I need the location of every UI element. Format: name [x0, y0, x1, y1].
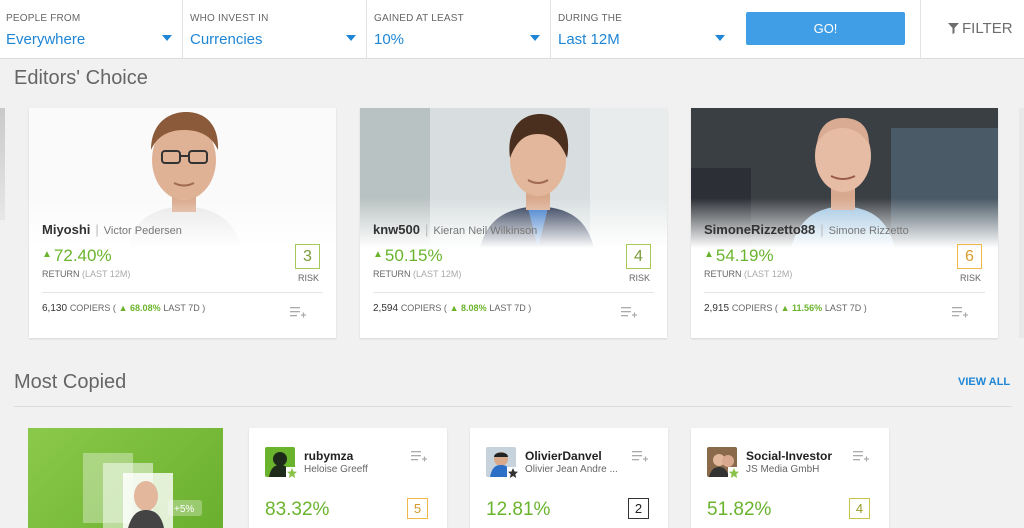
filter-button[interactable]: FILTER [920, 0, 1024, 58]
arrow-up-icon: ▲ [449, 303, 459, 313]
copiers-info: 6,130 COPIERS ( ▲ 68.08% LAST 7D ) [42, 303, 206, 314]
period-value: Last 12M [558, 31, 620, 48]
gained-dropdown[interactable]: GAINED AT LEAST 10% [368, 0, 551, 58]
username: SimoneRizzetto88 [704, 222, 816, 237]
add-watchlist-icon[interactable] [411, 450, 427, 462]
return-label: RETURN (LAST 12M) [373, 269, 462, 279]
filter-label: FILTER [962, 20, 1013, 37]
add-watchlist-icon[interactable] [290, 306, 306, 318]
full-name: Victor Pedersen [103, 225, 182, 237]
editor-card[interactable]: Miyoshi | Victor Pedersen ▲ 72.40% RETURN (… [29, 108, 336, 338]
full-name: JS Media GmbH [746, 464, 820, 475]
chevron-down-icon [530, 35, 540, 41]
people-from-label: PEOPLE FROM [6, 13, 81, 24]
risk-score: 4 [626, 244, 651, 269]
promo-text: +5% [174, 504, 194, 515]
arrow-up-icon: ▲ [373, 249, 383, 260]
return-label: RETURN (LAST 12M) [42, 269, 131, 279]
arrow-up-icon: ▲ [704, 249, 714, 260]
full-name: Heloise Greeff [304, 464, 368, 475]
card-divider [42, 292, 323, 293]
invest-in-dropdown[interactable]: WHO INVEST IN Currencies [184, 0, 367, 58]
chevron-down-icon [162, 35, 172, 41]
return-value: ▲ 50.15% [373, 246, 443, 265]
username: Social-Investor [746, 449, 833, 463]
risk-score: 3 [295, 244, 320, 269]
most-copied-card[interactable]: rubymza Heloise Greeff 83.32% 5 [249, 428, 447, 528]
people-from-value: Everywhere [6, 31, 86, 48]
risk-label: RISK [959, 273, 981, 283]
risk-label: RISK [628, 273, 650, 283]
arrow-up-icon: ▲ [780, 303, 790, 313]
return-value: ▲ 54.19% [704, 246, 774, 265]
period-dropdown[interactable]: DURING THE Last 12M [552, 0, 735, 58]
most-copied-title: Most Copied [14, 371, 127, 393]
chevron-down-icon [715, 35, 725, 41]
star-icon [286, 467, 298, 479]
risk-score: 5 [407, 498, 428, 519]
people-from-dropdown[interactable]: PEOPLE FROM Everywhere [0, 0, 183, 58]
arrow-up-icon: ▲ [118, 303, 128, 313]
invest-in-label: WHO INVEST IN [190, 13, 269, 24]
add-watchlist-icon[interactable] [621, 306, 637, 318]
add-watchlist-icon[interactable] [632, 450, 648, 462]
arrow-up-icon: ▲ [42, 249, 52, 260]
gained-value: 10% [374, 31, 405, 48]
trader-name[interactable]: SimoneRizzetto88 | Simone Rizzetto [704, 222, 909, 237]
star-icon [728, 467, 740, 479]
go-button[interactable]: GO! [746, 12, 905, 45]
section-divider [14, 406, 1012, 407]
full-name: Simone Rizzetto [828, 225, 909, 237]
risk-label: RISK [297, 273, 319, 283]
most-copied-card[interactable]: Social-Investor JS Media GmbH 51.82% 4 [691, 428, 889, 528]
gained-label: GAINED AT LEAST [374, 13, 464, 24]
add-watchlist-icon[interactable] [952, 306, 968, 318]
copiers-info: 2,594 COPIERS ( ▲ 8.08% LAST 7D ) [373, 303, 532, 314]
return-label: RETURN (LAST 12M) [704, 269, 793, 279]
return-value: 51.82% [707, 499, 772, 520]
filter-bar: PEOPLE FROM Everywhere WHO INVEST IN Cur… [0, 0, 1024, 59]
username: knw500 [373, 222, 420, 237]
editors-choice-title: Editors' Choice [14, 67, 148, 89]
username: rubymza [304, 449, 354, 463]
editor-card[interactable]: SimoneRizzetto88 | Simone Rizzetto ▲ 54.19%… [691, 108, 998, 338]
trader-name[interactable]: Miyoshi | Victor Pedersen [42, 222, 182, 237]
risk-score: 4 [849, 498, 870, 519]
star-icon [507, 467, 519, 479]
carousel-prev-edge[interactable] [0, 108, 5, 220]
period-label: DURING THE [558, 13, 623, 24]
add-watchlist-icon[interactable] [853, 450, 869, 462]
copiers-info: 2,915 COPIERS ( ▲ 11.56% LAST 7D ) [704, 303, 867, 314]
invest-in-value: Currencies [190, 31, 263, 48]
chevron-down-icon [346, 35, 356, 41]
view-all-link[interactable]: VIEW ALL [958, 376, 1010, 388]
full-name: Kieran Neil Wilkinson [433, 225, 538, 237]
funnel-icon [948, 23, 959, 34]
card-divider [373, 292, 654, 293]
username: Miyoshi [42, 222, 91, 237]
return-value: 12.81% [486, 499, 551, 520]
return-value: 83.32% [265, 499, 330, 520]
card-divider [704, 292, 985, 293]
most-copied-card[interactable]: OlivierDanvel Olivier Jean Andre ... 12.… [470, 428, 668, 528]
username: OlivierDanvel [525, 449, 602, 463]
trader-name[interactable]: knw500 | Kieran Neil Wilkinson [373, 222, 537, 237]
return-value: ▲ 72.40% [42, 246, 112, 265]
full-name: Olivier Jean Andre ... [525, 464, 618, 475]
carousel-next-edge[interactable] [1019, 108, 1024, 338]
editor-card[interactable]: knw500 | Kieran Neil Wilkinson ▲ 50.15% RET… [360, 108, 667, 338]
risk-score: 2 [628, 498, 649, 519]
promo-banner[interactable]: +5% [28, 428, 223, 528]
risk-score: 6 [957, 244, 982, 269]
